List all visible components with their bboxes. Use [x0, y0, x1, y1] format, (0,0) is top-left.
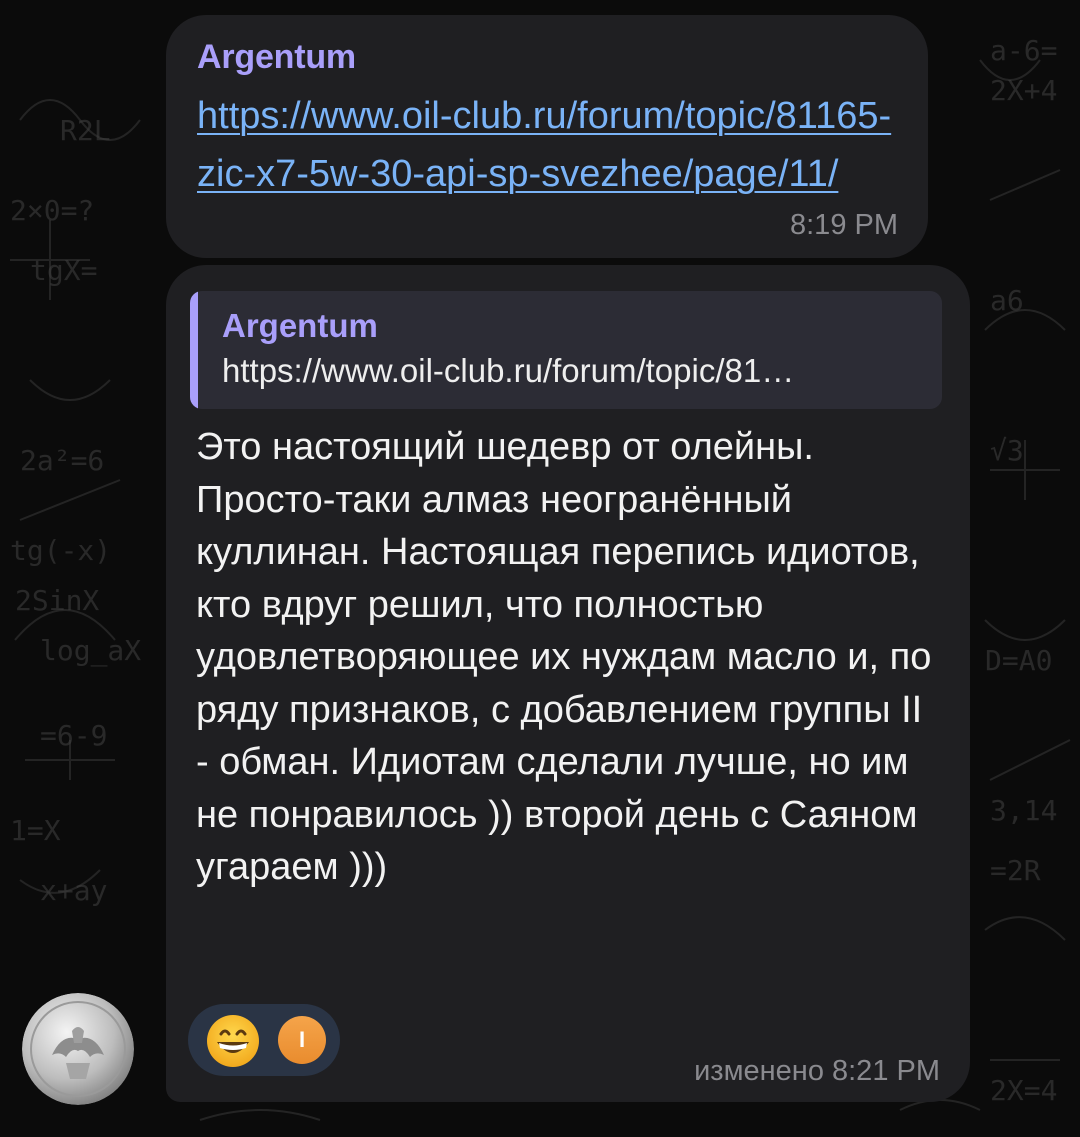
svg-text:3,14: 3,14 — [990, 794, 1057, 827]
svg-text:2SinX: 2SinX — [15, 584, 99, 617]
svg-text:a6: a6 — [990, 284, 1024, 317]
sender-name[interactable]: Argentum — [197, 37, 898, 77]
message-edited-timestamp: изменено 8:21 PM — [694, 1055, 940, 1087]
svg-text:=2R: =2R — [990, 854, 1041, 887]
reactor-avatar[interactable]: I — [278, 1016, 326, 1064]
svg-text:tgX=: tgX= — [30, 254, 97, 287]
svg-text:2X=4: 2X=4 — [990, 1074, 1057, 1107]
svg-text:R2L: R2L — [60, 114, 111, 147]
message-link[interactable]: https://www.oil-club.ru/forum/topic/8116… — [197, 87, 909, 203]
reply-preview-text: https://www.oil-club.ru/forum/topic/81… — [222, 352, 795, 389]
svg-text:x+ay: x+ay — [40, 874, 107, 907]
svg-text:=6-9: =6-9 — [40, 719, 107, 752]
message-bubble-reply[interactable]: Argentum https://www.oil-club.ru/forum/t… — [166, 265, 970, 1102]
svg-text:2a²=6: 2a²=6 — [20, 444, 104, 477]
sender-avatar[interactable] — [22, 993, 134, 1105]
svg-text:log_aX: log_aX — [40, 634, 141, 668]
message-text: Это настоящий шедевр от олейны. Просто-т… — [196, 426, 932, 888]
reaction-chip[interactable]: I — [188, 1004, 340, 1076]
message-bubble-link[interactable]: Argentum https://www.oil-club.ru/forum/t… — [166, 15, 928, 258]
svg-text:1=X: 1=X — [10, 814, 61, 847]
svg-text:a-6=: a-6= — [990, 34, 1057, 67]
svg-text:2X+4: 2X+4 — [990, 74, 1057, 107]
grinning-face-emoji-icon — [207, 1015, 259, 1067]
svg-text:tg(-x): tg(-x) — [10, 534, 111, 567]
svg-text:√3: √3 — [990, 434, 1024, 467]
silver-coin-avatar-icon — [22, 993, 134, 1105]
svg-text:2×0=?: 2×0=? — [10, 194, 94, 227]
reply-sender-name: Argentum — [222, 307, 378, 344]
reply-quote[interactable]: Argentum https://www.oil-club.ru/forum/t… — [190, 291, 942, 409]
message-timestamp: 8:19 PM — [790, 209, 898, 241]
svg-text:D=A0: D=A0 — [985, 644, 1052, 677]
